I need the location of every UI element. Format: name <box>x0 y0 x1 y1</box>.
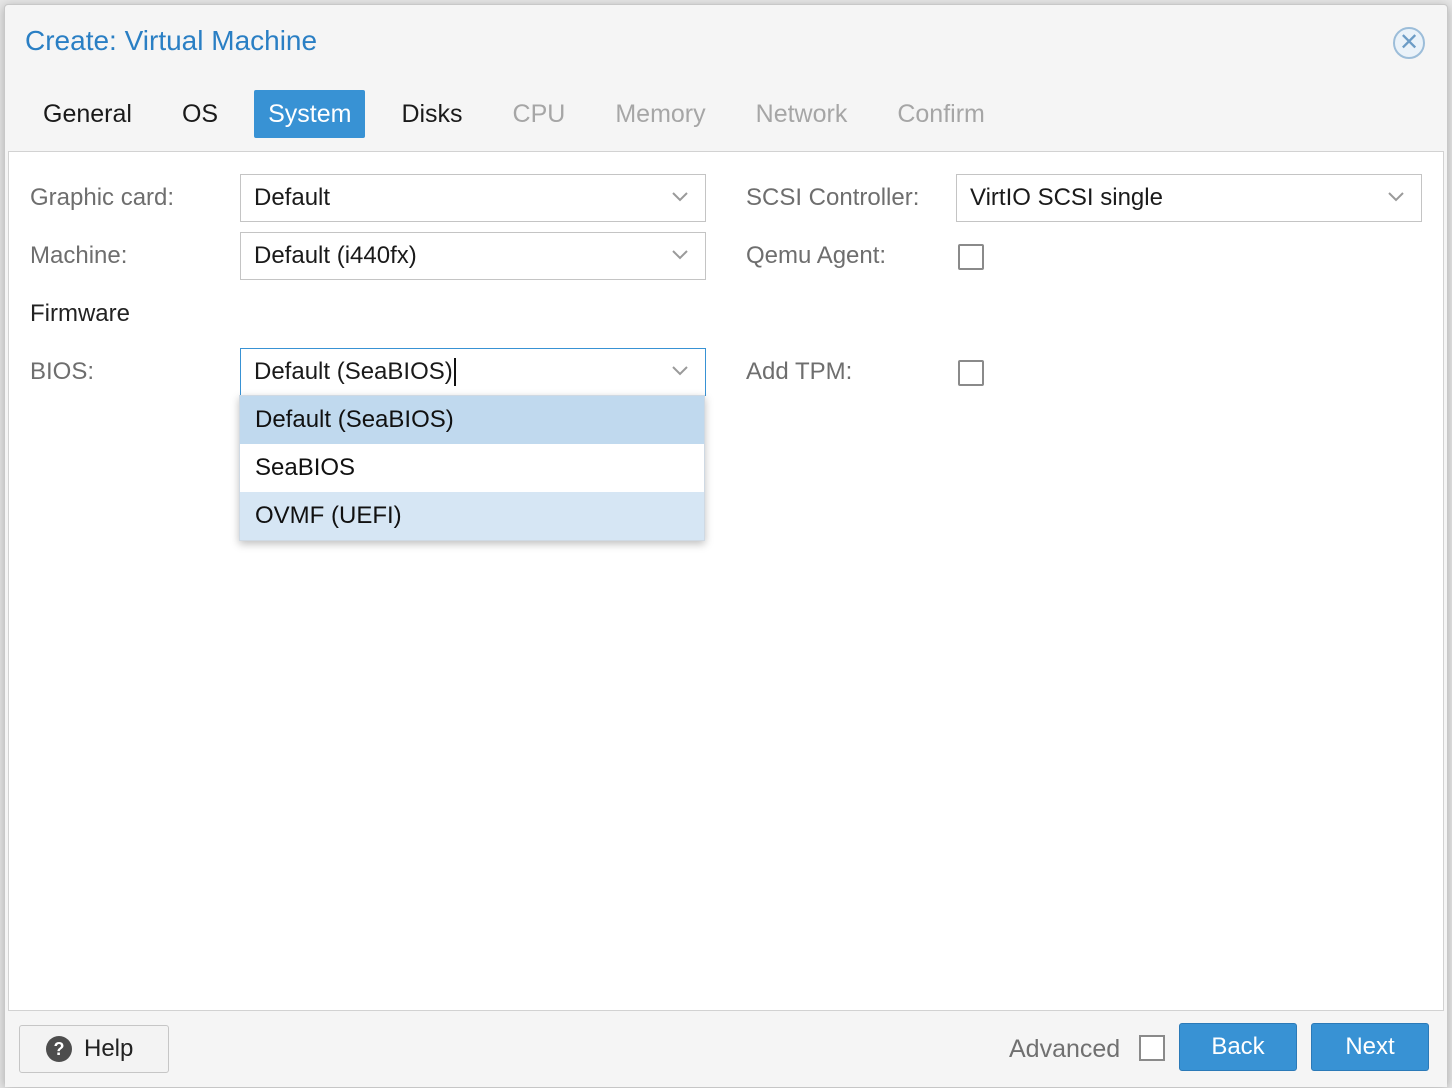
tab-general[interactable]: General <box>29 90 146 138</box>
bios-label: BIOS: <box>30 358 95 385</box>
bios-select[interactable]: Default (SeaBIOS) <box>240 348 706 396</box>
tab-disks[interactable]: Disks <box>387 90 476 138</box>
scsi-controller-label: SCSI Controller: <box>746 184 920 211</box>
machine-select[interactable]: Default (i440fx) <box>240 232 706 280</box>
create-vm-dialog: Create: Virtual Machine ✕ General OS Sys… <box>4 4 1448 1087</box>
dialog-title: Create: Virtual Machine <box>25 25 318 56</box>
back-button[interactable]: Back <box>1179 1023 1297 1071</box>
tab-memory: Memory <box>615 99 706 128</box>
help-icon: ? <box>46 1036 72 1062</box>
next-button[interactable]: Next <box>1311 1023 1429 1071</box>
firmware-section-heading: Firmware <box>30 300 130 327</box>
bios-value: Default (SeaBIOS) <box>254 358 453 385</box>
help-button[interactable]: ? Help <box>19 1025 169 1073</box>
advanced-label: Advanced <box>1009 1035 1121 1063</box>
chevron-down-icon <box>672 366 688 376</box>
scsi-controller-value: VirtIO SCSI single <box>970 184 1163 211</box>
scsi-controller-select[interactable]: VirtIO SCSI single <box>956 174 1422 222</box>
text-cursor <box>453 358 456 386</box>
bios-option-ovmf-uefi[interactable]: OVMF (UEFI) <box>240 492 704 540</box>
help-button-label: Help <box>84 1035 134 1062</box>
dialog-footer: ? Help Advanced Back Next <box>5 1015 1447 1087</box>
chevron-down-icon <box>672 192 688 202</box>
machine-value: Default (i440fx) <box>254 242 417 269</box>
tab-system[interactable]: System <box>254 90 366 138</box>
bios-dropdown-list: Default (SeaBIOS) SeaBIOS OVMF (UEFI) <box>239 395 705 541</box>
chevron-down-icon <box>1388 192 1404 202</box>
bios-option-default-seabios[interactable]: Default (SeaBIOS) <box>240 396 704 444</box>
system-panel: Graphic card: Default Machine: Default (… <box>8 151 1444 1011</box>
tab-os[interactable]: OS <box>168 90 232 138</box>
bios-option-seabios[interactable]: SeaBIOS <box>240 444 704 492</box>
chevron-down-icon <box>672 250 688 260</box>
qemu-agent-checkbox[interactable] <box>958 244 984 270</box>
tab-cpu: CPU <box>512 99 566 128</box>
graphic-card-value: Default <box>254 184 331 211</box>
add-tpm-checkbox[interactable] <box>958 360 984 386</box>
tab-confirm: Confirm <box>897 99 985 128</box>
graphic-card-label: Graphic card: <box>30 184 175 211</box>
advanced-checkbox[interactable] <box>1139 1035 1165 1061</box>
dialog-titlebar: Create: Virtual Machine ✕ <box>5 5 1447 77</box>
qemu-agent-label: Qemu Agent: <box>746 242 887 269</box>
add-tpm-label: Add TPM: <box>746 358 853 385</box>
close-icon[interactable]: ✕ <box>1393 27 1425 59</box>
machine-label: Machine: <box>30 242 128 269</box>
wizard-tabs: General OS System Disks CPU Memory Netwo… <box>29 89 1021 139</box>
graphic-card-select[interactable]: Default <box>240 174 706 222</box>
tab-network: Network <box>755 99 848 128</box>
